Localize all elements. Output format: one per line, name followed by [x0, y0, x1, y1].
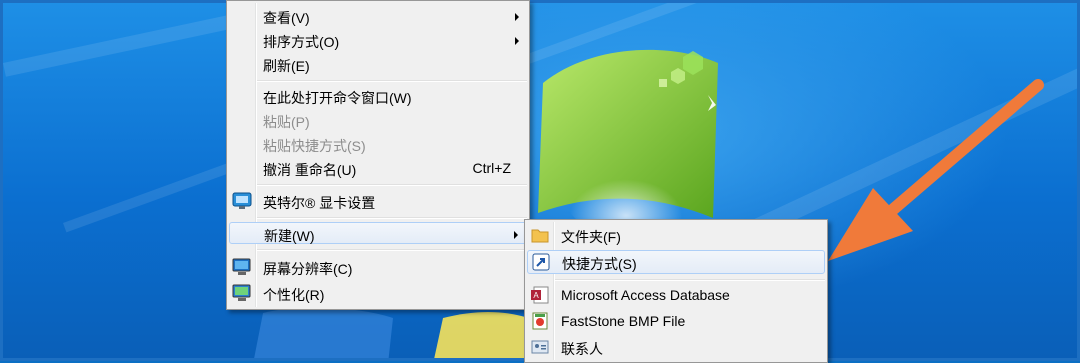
submenu-item-access-database[interactable]: A Microsoft Access Database — [527, 284, 825, 308]
menu-item-paste[interactable]: 粘贴(P) — [229, 109, 527, 131]
windows-logo-green-pane — [538, 49, 718, 238]
windows-logo-bottom — [254, 307, 543, 358]
menu-item-label: 个性化(R) — [263, 287, 325, 303]
menu-item-sort-by[interactable]: 排序方式(O) — [229, 29, 527, 51]
svg-text:A: A — [533, 291, 539, 300]
menu-item-screen-resolution[interactable]: 屏幕分辨率(C) — [229, 256, 527, 278]
menu-item-label: Microsoft Access Database — [561, 287, 730, 303]
menu-item-view[interactable]: 查看(V) — [229, 5, 527, 27]
menu-item-open-command-window[interactable]: 在此处打开命令窗口(W) — [229, 85, 527, 107]
menu-item-label: 英特尔® 显卡设置 — [263, 195, 376, 211]
submenu-arrow-icon — [515, 13, 519, 21]
menu-separator — [257, 249, 527, 251]
access-db-icon: A — [531, 286, 549, 304]
menu-item-label: 排序方式(O) — [263, 34, 340, 50]
menu-item-label: 查看(V) — [263, 10, 310, 26]
menu-item-label: 新建(W) — [264, 228, 315, 244]
menu-item-label: 粘贴(P) — [263, 114, 310, 130]
submenu-item-bmp-file[interactable]: FastStone BMP File — [527, 310, 825, 334]
menu-item-personalize[interactable]: 个性化(R) — [229, 282, 527, 304]
menu-item-label: 屏幕分辨率(C) — [263, 261, 353, 277]
menu-item-label: 撤消 重命名(U) — [263, 162, 357, 178]
menu-item-new[interactable]: 新建(W) — [229, 222, 527, 244]
menu-item-label: 文件夹(F) — [561, 229, 621, 245]
display-resolution-icon — [232, 258, 251, 275]
menu-item-label: 刷新(E) — [263, 58, 310, 74]
menu-separator — [257, 217, 527, 219]
menu-item-label: 快捷方式(S) — [562, 256, 637, 272]
submenu-arrow-icon — [515, 37, 519, 45]
menu-separator — [257, 80, 527, 82]
menu-item-refresh[interactable]: 刷新(E) — [229, 53, 527, 75]
menu-item-paste-shortcut[interactable]: 粘贴快捷方式(S) — [229, 133, 527, 155]
annotation-arrow — [828, 79, 1044, 261]
intel-graphics-icon — [232, 192, 252, 209]
menu-item-label: 联系人 — [561, 341, 603, 357]
menu-item-shortcut: Ctrl+Z — [472, 160, 512, 176]
submenu-item-shortcut[interactable]: 快捷方式(S) — [527, 250, 825, 274]
personalize-icon — [232, 284, 251, 301]
shortcut-icon — [532, 253, 550, 271]
contact-icon — [531, 340, 549, 354]
menu-item-label: FastStone BMP File — [561, 313, 686, 329]
menu-item-intel-graphics[interactable]: 英特尔® 显卡设置 — [229, 190, 527, 212]
submenu-item-folder[interactable]: 文件夹(F) — [527, 224, 825, 248]
bmp-file-icon — [532, 312, 548, 330]
submenu-arrow-icon — [514, 231, 518, 239]
menu-item-undo-rename[interactable]: 撤消 重命名(U) Ctrl+Z — [229, 157, 527, 179]
desktop-context-menu: 查看(V) 排序方式(O) 刷新(E) 在此处打开命令窗口(W) 粘贴(P) 粘… — [226, 0, 530, 310]
menu-item-label: 粘贴快捷方式(S) — [263, 138, 366, 154]
menu-separator — [555, 279, 825, 281]
menu-separator — [257, 184, 527, 186]
new-submenu: 文件夹(F) 快捷方式(S) A Microsoft Access Databa… — [524, 219, 828, 363]
submenu-item-contact[interactable]: 联系人 — [527, 336, 825, 360]
menu-item-label: 在此处打开命令窗口(W) — [263, 90, 412, 106]
folder-icon — [531, 229, 549, 243]
